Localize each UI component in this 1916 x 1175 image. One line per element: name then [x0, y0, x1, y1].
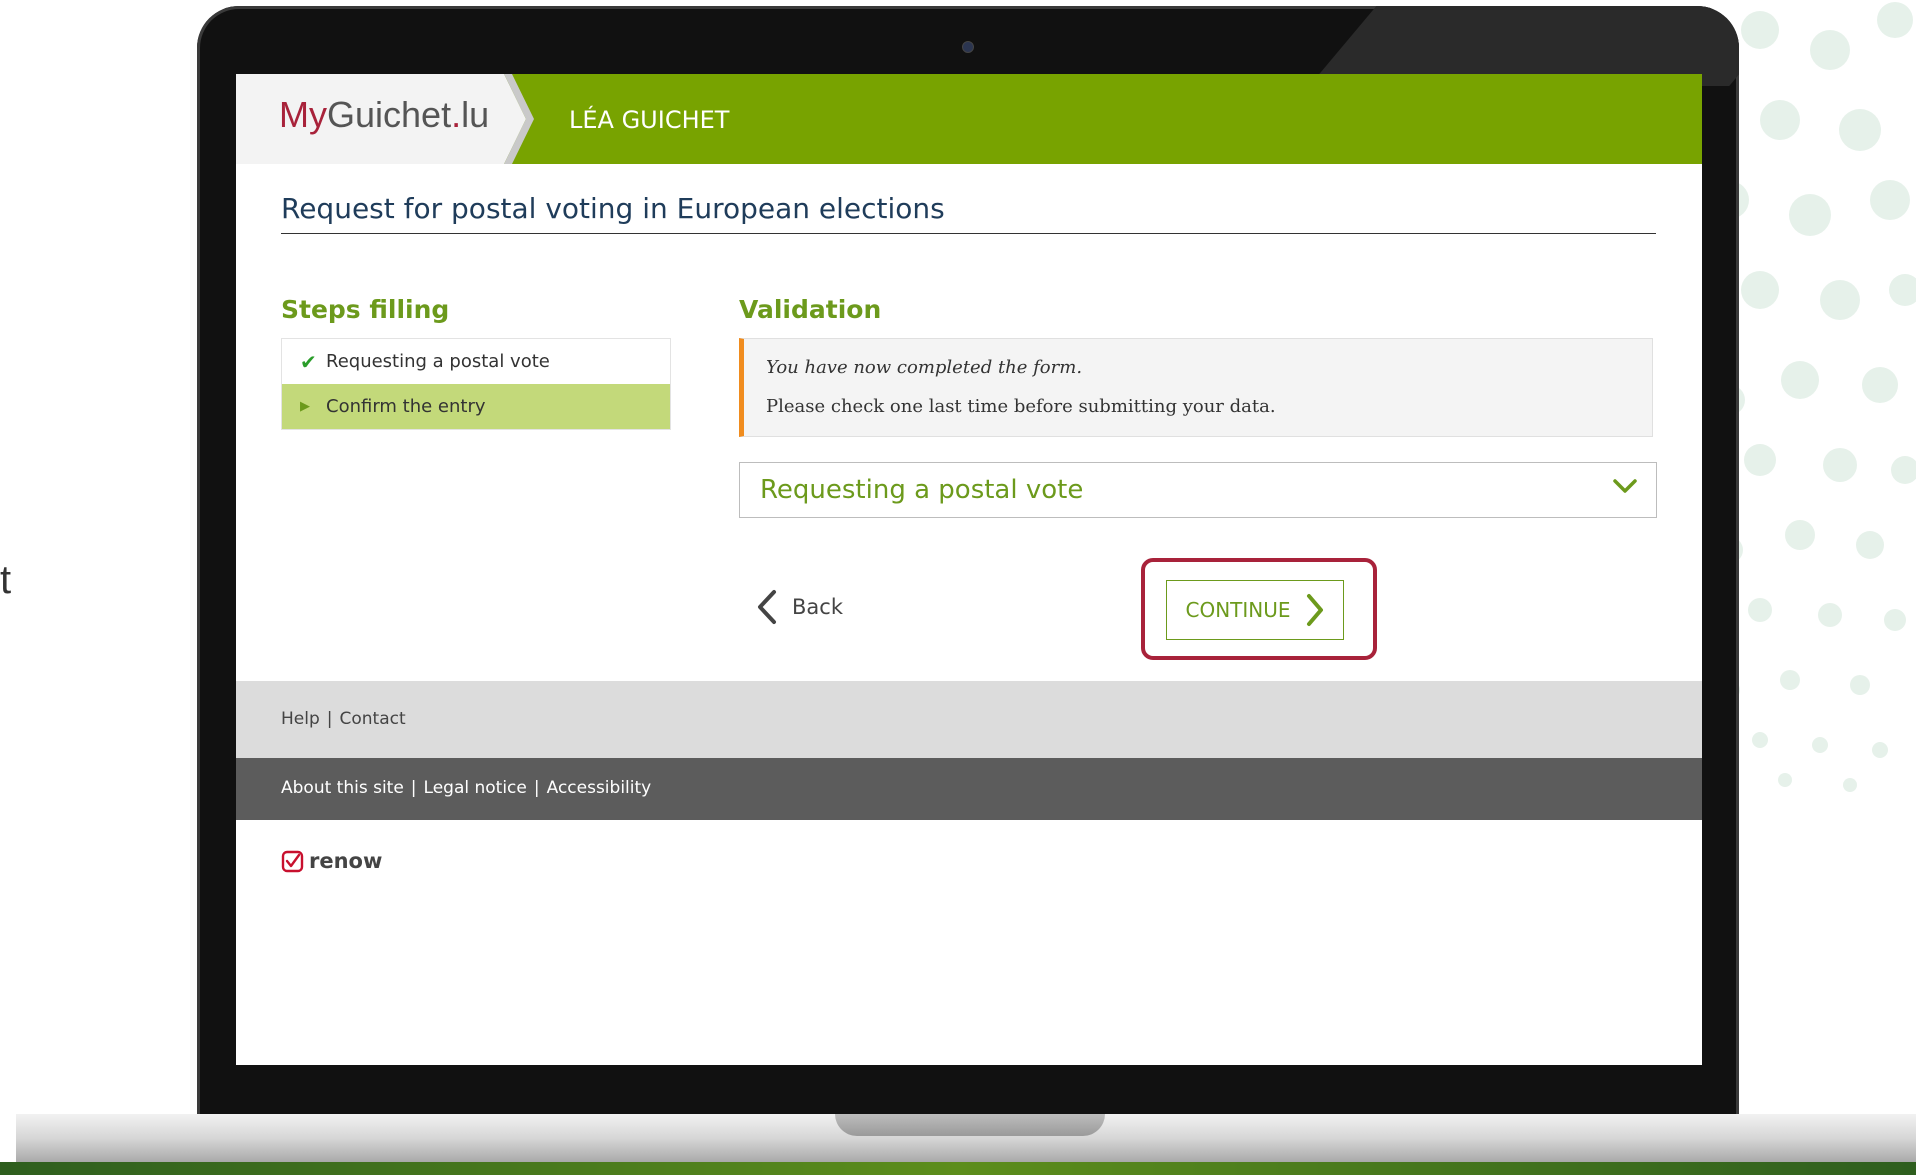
- chevron-down-icon: [1613, 479, 1637, 493]
- logo-my: My: [279, 94, 327, 135]
- separator: |: [326, 709, 333, 729]
- logo-guichet: Guichet: [327, 94, 452, 135]
- page-title: Request for postal voting in European el…: [281, 192, 1656, 234]
- browser-screen: MyGuichet.lu LÉA GUICHET Request for pos…: [236, 74, 1702, 1065]
- validation-heading: Validation: [739, 295, 882, 324]
- camera-icon: [962, 41, 974, 53]
- separator: |: [533, 778, 540, 798]
- logo-lu: lu: [461, 94, 490, 135]
- validation-message-box: You have now completed the form. Please …: [739, 338, 1653, 437]
- laptop-frame: MyGuichet.lu LÉA GUICHET Request for pos…: [197, 6, 1739, 1120]
- renow-brand: renow: [281, 849, 382, 873]
- chevron-right-icon: [1306, 594, 1323, 626]
- myguichet-logo[interactable]: MyGuichet.lu: [279, 94, 489, 136]
- help-link[interactable]: Help: [281, 709, 320, 729]
- checkbox-logo-icon: [281, 850, 304, 873]
- about-link[interactable]: About this site: [281, 778, 404, 798]
- step-label: Confirm the entry: [326, 396, 486, 417]
- laptop-notch: [835, 1114, 1105, 1136]
- step-label: Requesting a postal vote: [326, 351, 550, 372]
- steps-list: ✔ Requesting a postal vote ▶ Confirm the…: [281, 338, 671, 430]
- header-user-name[interactable]: LÉA GUICHET: [569, 106, 729, 134]
- footer-legal-bar: About this site | Legal notice | Accessibili…: [236, 758, 1702, 820]
- logo-dot: .: [451, 94, 462, 135]
- accordion-requesting-postal-vote[interactable]: Requesting a postal vote: [739, 462, 1657, 518]
- accessibility-link[interactable]: Accessibility: [547, 778, 652, 798]
- separator: |: [410, 778, 417, 798]
- step-item-confirm[interactable]: ▶ Confirm the entry: [282, 384, 670, 429]
- brand-name: renow: [309, 849, 383, 873]
- check-message: Please check one last time before submit…: [766, 396, 1276, 417]
- footer-links-row2: About this site | Legal notice | Accessibili…: [281, 778, 651, 798]
- check-icon: ✔: [300, 349, 317, 374]
- continue-button[interactable]: CONTINUE: [1166, 580, 1344, 640]
- completed-message: You have now completed the form.: [766, 357, 1083, 378]
- continue-label: CONTINUE: [1185, 598, 1291, 622]
- accordion-label: Requesting a postal vote: [760, 475, 1084, 505]
- footer-links-row1: Help | Contact: [281, 709, 406, 729]
- background-letter: t: [0, 558, 12, 602]
- back-button[interactable]: Back: [756, 589, 843, 625]
- back-label: Back: [792, 595, 843, 619]
- contact-link[interactable]: Contact: [340, 709, 406, 729]
- triangle-right-icon: ▶: [300, 399, 310, 414]
- legal-notice-link[interactable]: Legal notice: [424, 778, 527, 798]
- step-item-requesting[interactable]: ✔ Requesting a postal vote: [282, 339, 670, 384]
- steps-heading: Steps filling: [281, 295, 450, 324]
- site-header: MyGuichet.lu LÉA GUICHET: [236, 74, 1702, 164]
- footer-help-bar: Help | Contact: [236, 681, 1702, 758]
- bottom-strip: [0, 1162, 1916, 1175]
- chevron-left-icon: [758, 590, 776, 624]
